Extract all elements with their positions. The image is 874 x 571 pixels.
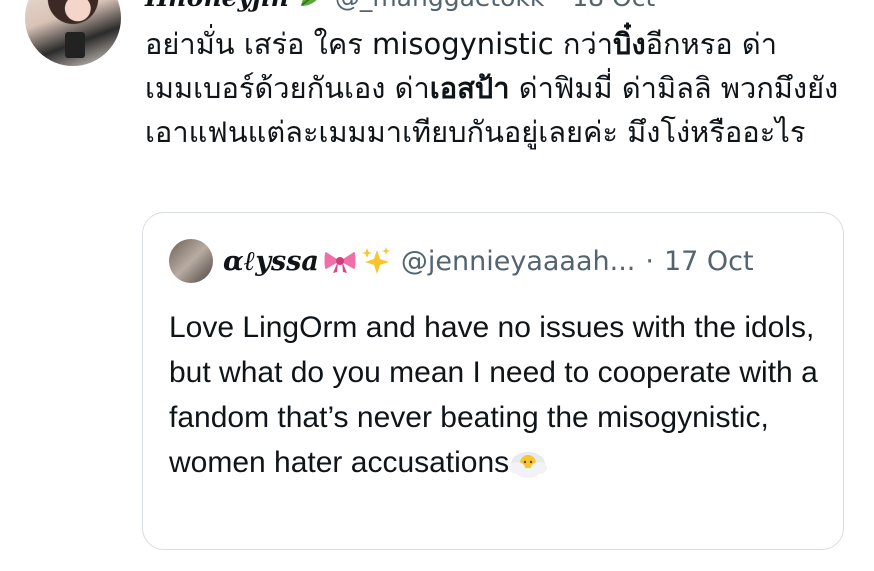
quote-separator-dot: ·	[645, 245, 654, 277]
avatar-phone-detail	[65, 32, 85, 58]
sparkles-icon	[361, 247, 390, 274]
quote-display-name-text: αℓyssa	[223, 245, 319, 277]
separator-dot: ·	[554, 0, 562, 12]
quote-avatar[interactable]	[169, 239, 213, 283]
tweet-text-bold: เอสป้า	[429, 71, 510, 105]
quote-header: αℓyssa @jennieyaaaah... · 17 Oct	[169, 239, 754, 283]
tweet[interactable]: Hhoneyjin @_manggaetokk · 18 Oct อย่ามั่…	[0, 0, 874, 571]
tweet-text: อย่ามั่น เสร่อ ใคร misogynistic กว่าบิ๋ง…	[145, 22, 845, 154]
tweet-header: Hhoneyjin @_manggaetokk · 18 Oct	[145, 0, 655, 12]
quote-timestamp[interactable]: 17 Oct	[664, 246, 754, 277]
timestamp[interactable]: 18 Oct	[572, 0, 655, 12]
quote-handle[interactable]: @jennieyaaaah...	[401, 246, 635, 277]
tweet-text-bold: บิ๋ง	[613, 27, 646, 61]
leaf-icon	[300, 0, 317, 6]
ribbon-bow-icon	[324, 251, 356, 273]
quote-text: Love LingOrm and have no issues with the…	[169, 305, 829, 485]
face-in-clouds-icon	[509, 452, 548, 478]
quote-text-body: Love LingOrm and have no issues with the…	[169, 311, 818, 479]
quote-display-name[interactable]: αℓyssa	[223, 246, 391, 277]
handle[interactable]: @_manggaetokk	[335, 0, 545, 12]
display-name[interactable]: Hhoneyjin	[145, 0, 289, 12]
quote-tweet-card[interactable]: αℓyssa @jennieyaaaah... · 17 Oct Love Li…	[142, 212, 844, 550]
tweet-text-part: อย่ามั่น เสร่อ ใคร misogynistic กว่า	[145, 27, 614, 61]
avatar[interactable]	[25, 0, 121, 66]
